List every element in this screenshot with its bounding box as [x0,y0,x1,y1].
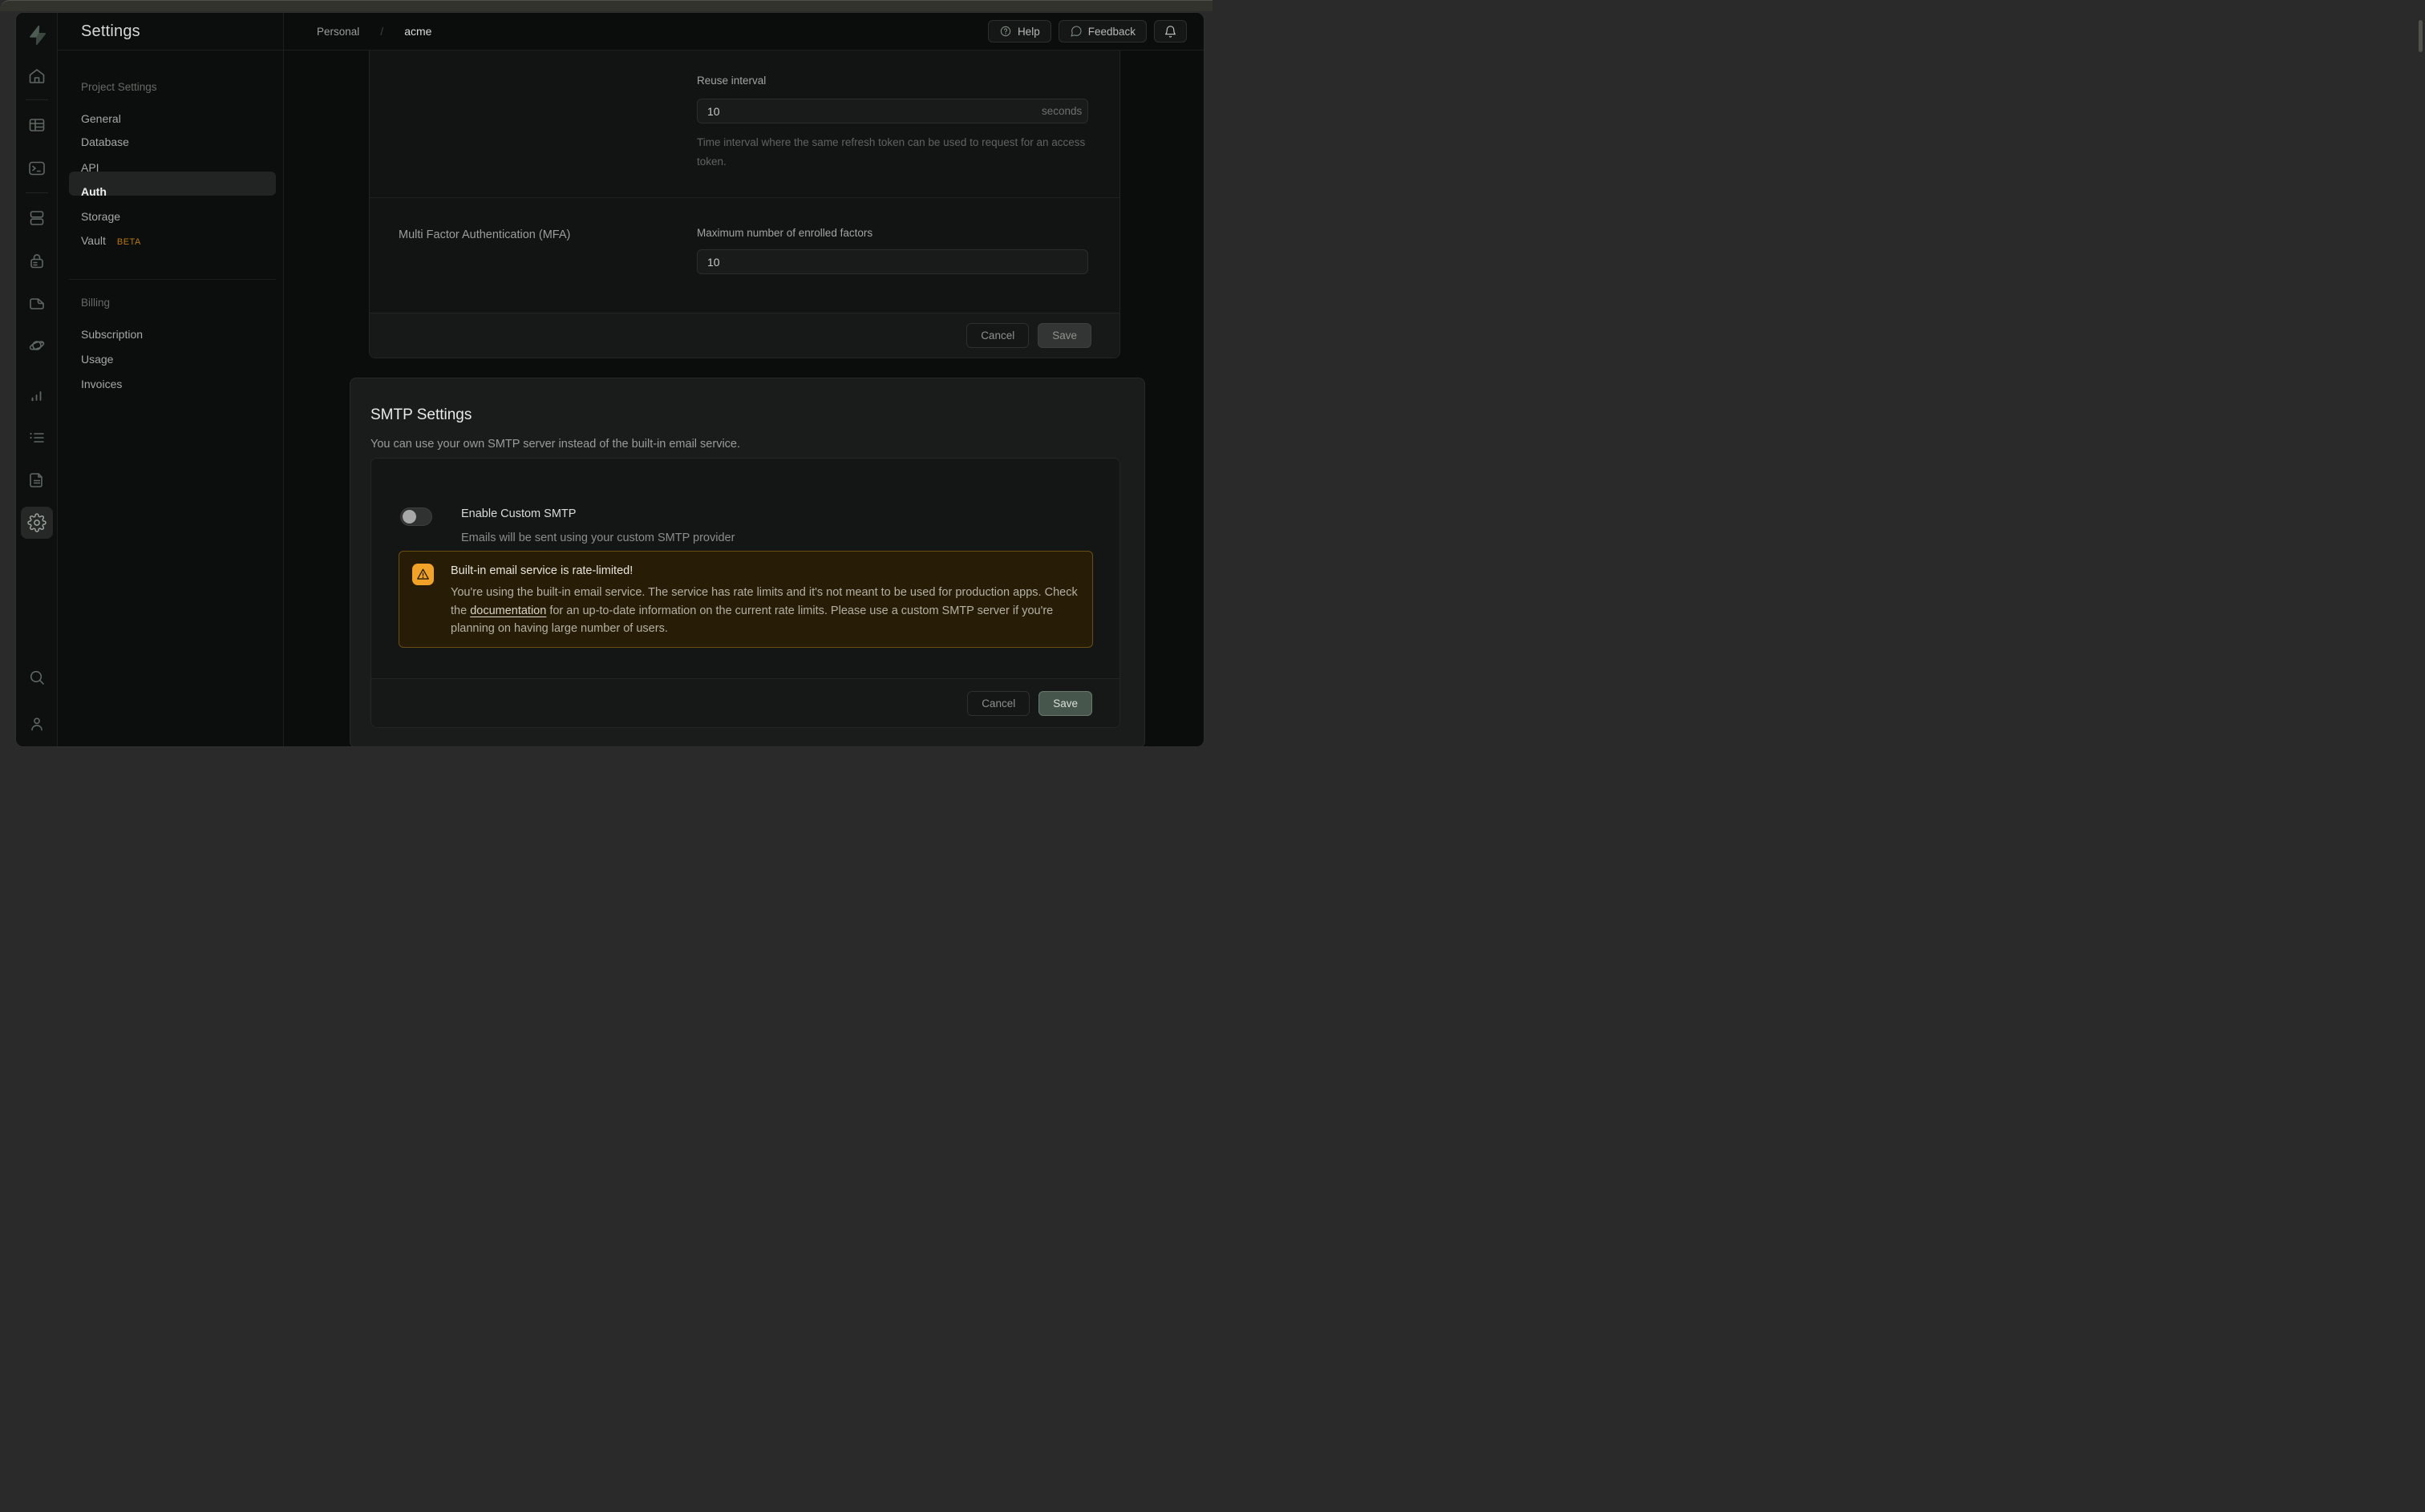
help-button[interactable]: Help [988,20,1051,42]
window-chrome-strip [0,0,1212,11]
breadcrumb-project[interactable]: acme [404,25,431,38]
authentication-icon[interactable] [21,245,53,277]
rail-divider [26,192,48,193]
home-icon[interactable] [21,60,53,92]
auth-cancel-button[interactable]: Cancel [966,323,1029,348]
main-area: Personal / acme Help Feedback Reu [284,13,1204,746]
sidebar-item-subscription[interactable]: Subscription [81,325,143,343]
sidebar-header: Settings [58,13,283,51]
sidebar-item-storage[interactable]: Storage [81,208,120,225]
supabase-logo-icon[interactable] [21,19,53,51]
settings-scroll-area[interactable]: Reuse interval seconds Time interval whe… [284,51,1204,746]
app-window: Settings Project Settings General Databa… [15,12,1204,747]
storage-icon[interactable] [21,287,53,319]
beta-badge: BETA [117,237,141,247]
window-scrollbar[interactable] [2419,20,2423,52]
profile-icon[interactable] [21,708,53,740]
auth-settings-card: Reuse interval seconds Time interval whe… [369,51,1120,358]
help-circle-icon [999,25,1012,38]
smtp-title: SMTP Settings [370,406,472,424]
warning-title: Built-in email service is rate-limited! [451,564,633,577]
smtp-card: Enable Custom SMTP Emails will be sent u… [370,458,1120,728]
mfa-section-label: Multi Factor Authentication (MFA) [399,228,570,241]
sidebar-item-database[interactable]: Database [81,133,129,151]
smtp-settings-panel: SMTP Settings You can use your own SMTP … [350,378,1145,746]
section-header-billing: Billing [81,297,110,309]
api-docs-icon[interactable] [21,464,53,496]
documentation-link[interactable]: documentation [470,604,546,617]
sidebar-item-usage[interactable]: Usage [81,350,113,368]
rail-divider [26,99,48,100]
feedback-button[interactable]: Feedback [1059,20,1147,42]
smtp-cancel-button[interactable]: Cancel [967,691,1030,716]
breadcrumb-separator: / [380,25,383,38]
mfa-max-factors-label: Maximum number of enrolled factors [697,227,872,239]
smtp-save-button[interactable]: Save [1038,691,1092,716]
warning-body: You're using the built-in email service.… [451,584,1078,638]
sidebar-item-auth[interactable]: Auth [81,183,107,200]
toggle-knob [403,510,416,524]
page-title: Settings [81,22,140,41]
edge-functions-icon[interactable] [21,329,53,362]
feedback-bubble-icon [1070,25,1083,38]
warning-triangle-icon [412,564,434,585]
enable-custom-smtp-label: Enable Custom SMTP [461,507,576,520]
rate-limit-warning-banner: Built-in email service is rate-limited! … [399,551,1093,648]
sidebar-item-invoices[interactable]: Invoices [81,375,122,393]
sql-editor-icon[interactable] [21,152,53,184]
reuse-interval-label: Reuse interval [697,75,766,87]
auth-save-button[interactable]: Save [1038,323,1091,348]
bell-icon [1164,25,1177,38]
sidebar-item-general[interactable]: General [81,110,121,127]
project-settings-icon[interactable] [21,507,53,539]
search-icon[interactable] [21,661,53,693]
smtp-subtitle: You can use your own SMTP server instead… [370,438,740,451]
icon-rail [16,13,58,746]
reuse-interval-unit: seconds [1042,105,1082,117]
reuse-interval-input[interactable] [697,99,1088,123]
auth-card-footer: Cancel Save [370,313,1119,358]
sidebar-divider [69,279,276,280]
settings-sidebar: Settings Project Settings General Databa… [58,13,284,746]
section-header-project-settings: Project Settings [81,81,157,93]
reuse-interval-help: Time interval where the same refresh tok… [697,133,1106,172]
notifications-button[interactable] [1154,20,1187,42]
smtp-card-footer: Cancel Save [371,678,1119,727]
mfa-max-factors-input[interactable] [697,249,1088,274]
sidebar-item-vault[interactable]: VaultBETA [81,232,141,249]
database-icon[interactable] [21,202,53,234]
reports-icon[interactable] [21,380,53,412]
enable-custom-smtp-description: Emails will be sent using your custom SM… [461,532,735,544]
enable-custom-smtp-toggle[interactable] [400,507,432,526]
card-divider [370,197,1119,198]
logs-icon[interactable] [21,422,53,454]
breadcrumb-org[interactable]: Personal [317,26,359,38]
table-editor-icon[interactable] [21,109,53,141]
top-bar: Personal / acme Help Feedback [284,13,1204,51]
